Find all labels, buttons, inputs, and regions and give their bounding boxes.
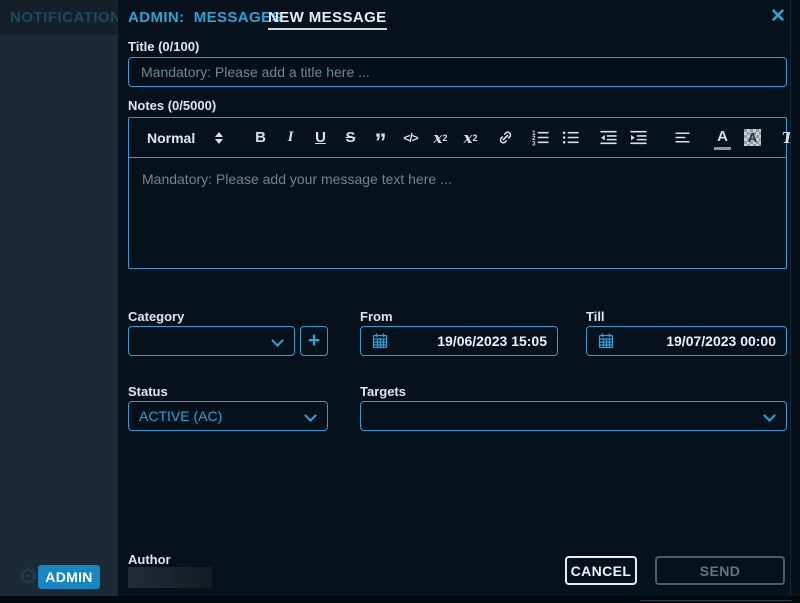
updown-arrows-icon: [215, 132, 223, 144]
link-button[interactable]: [497, 126, 514, 150]
new-message-dialog: ADMIN: MESSAGES NEW MESSAGE ✕ Title (0/1…: [118, 0, 790, 596]
till-label: Till: [586, 309, 605, 324]
till-date-value: 19/07/2023 00:00: [666, 333, 776, 349]
from-label: From: [360, 309, 393, 324]
background-color-button[interactable]: A: [744, 126, 761, 150]
editor-toolbar: Normal B I U S ” </> x2 x2 123: [129, 118, 786, 158]
title-label: Title (0/100): [128, 39, 199, 54]
author-label: Author: [128, 552, 171, 567]
bold-button[interactable]: B: [252, 126, 269, 150]
notes-placeholder: Mandatory: Please add your message text …: [142, 171, 452, 187]
bullet-list-icon: [562, 129, 579, 146]
align-icon: [674, 129, 691, 146]
targets-select[interactable]: [360, 401, 787, 431]
settings-gear-icon[interactable]: ⚙: [18, 563, 39, 590]
ordered-list-button[interactable]: 123: [532, 126, 549, 150]
chevron-down-icon: [763, 409, 776, 422]
text-color-button[interactable]: A: [714, 126, 731, 150]
targets-label: Targets: [360, 384, 406, 399]
link-icon: [497, 129, 514, 146]
category-label: Category: [128, 309, 184, 324]
italic-button[interactable]: I: [282, 126, 299, 150]
format-select-value: Normal: [147, 130, 195, 146]
till-date-input[interactable]: 19/07/2023 00:00: [586, 326, 787, 356]
outdent-icon: [600, 129, 617, 146]
cancel-button[interactable]: CANCEL: [565, 556, 637, 585]
title-input[interactable]: [128, 57, 787, 87]
chevron-down-icon: [271, 334, 284, 347]
chevron-down-icon: [304, 409, 317, 422]
strikethrough-button[interactable]: S: [342, 126, 359, 150]
indent-icon: [630, 129, 647, 146]
tab-new-message[interactable]: NEW MESSAGE: [268, 9, 387, 30]
subscript-button[interactable]: x2: [432, 126, 449, 150]
author-value: [128, 567, 212, 588]
calendar-icon: [597, 332, 615, 350]
status-value: ACTIVE (AC): [139, 408, 222, 424]
bullet-list-button[interactable]: [562, 126, 579, 150]
ordered-list-icon: 123: [532, 129, 549, 146]
status-label: Status: [128, 384, 168, 399]
from-date-input[interactable]: 19/06/2023 15:05: [360, 326, 558, 356]
outdent-button[interactable]: [600, 126, 617, 150]
category-select[interactable]: [128, 326, 295, 356]
background-right-edge: [790, 0, 800, 596]
notes-label: Notes (0/5000): [128, 98, 216, 113]
align-button[interactable]: [674, 126, 691, 150]
blockquote-button[interactable]: ”: [372, 126, 389, 150]
code-block-button[interactable]: </>: [402, 126, 419, 150]
status-select[interactable]: ACTIVE (AC): [128, 401, 328, 431]
breadcrumb: ADMIN: MESSAGES: [128, 9, 282, 26]
background-color-icon: A: [744, 129, 761, 146]
indent-button[interactable]: [630, 126, 647, 150]
notes-textarea[interactable]: Mandatory: Please add your message text …: [129, 158, 786, 269]
close-icon[interactable]: ✕: [770, 5, 786, 28]
from-date-value: 19/06/2023 15:05: [437, 333, 547, 349]
bottom-divider-line: [640, 600, 792, 601]
send-button[interactable]: SEND: [655, 556, 785, 585]
underline-button[interactable]: U: [312, 126, 329, 150]
calendar-icon: [371, 332, 389, 350]
admin-button[interactable]: ADMIN: [38, 565, 100, 589]
superscript-button[interactable]: x2: [462, 126, 479, 150]
svg-text:3: 3: [532, 140, 536, 146]
notes-editor: Normal B I U S ” </> x2 x2 123: [128, 117, 787, 269]
format-select[interactable]: Normal: [147, 126, 223, 150]
add-category-button[interactable]: +: [300, 326, 328, 356]
